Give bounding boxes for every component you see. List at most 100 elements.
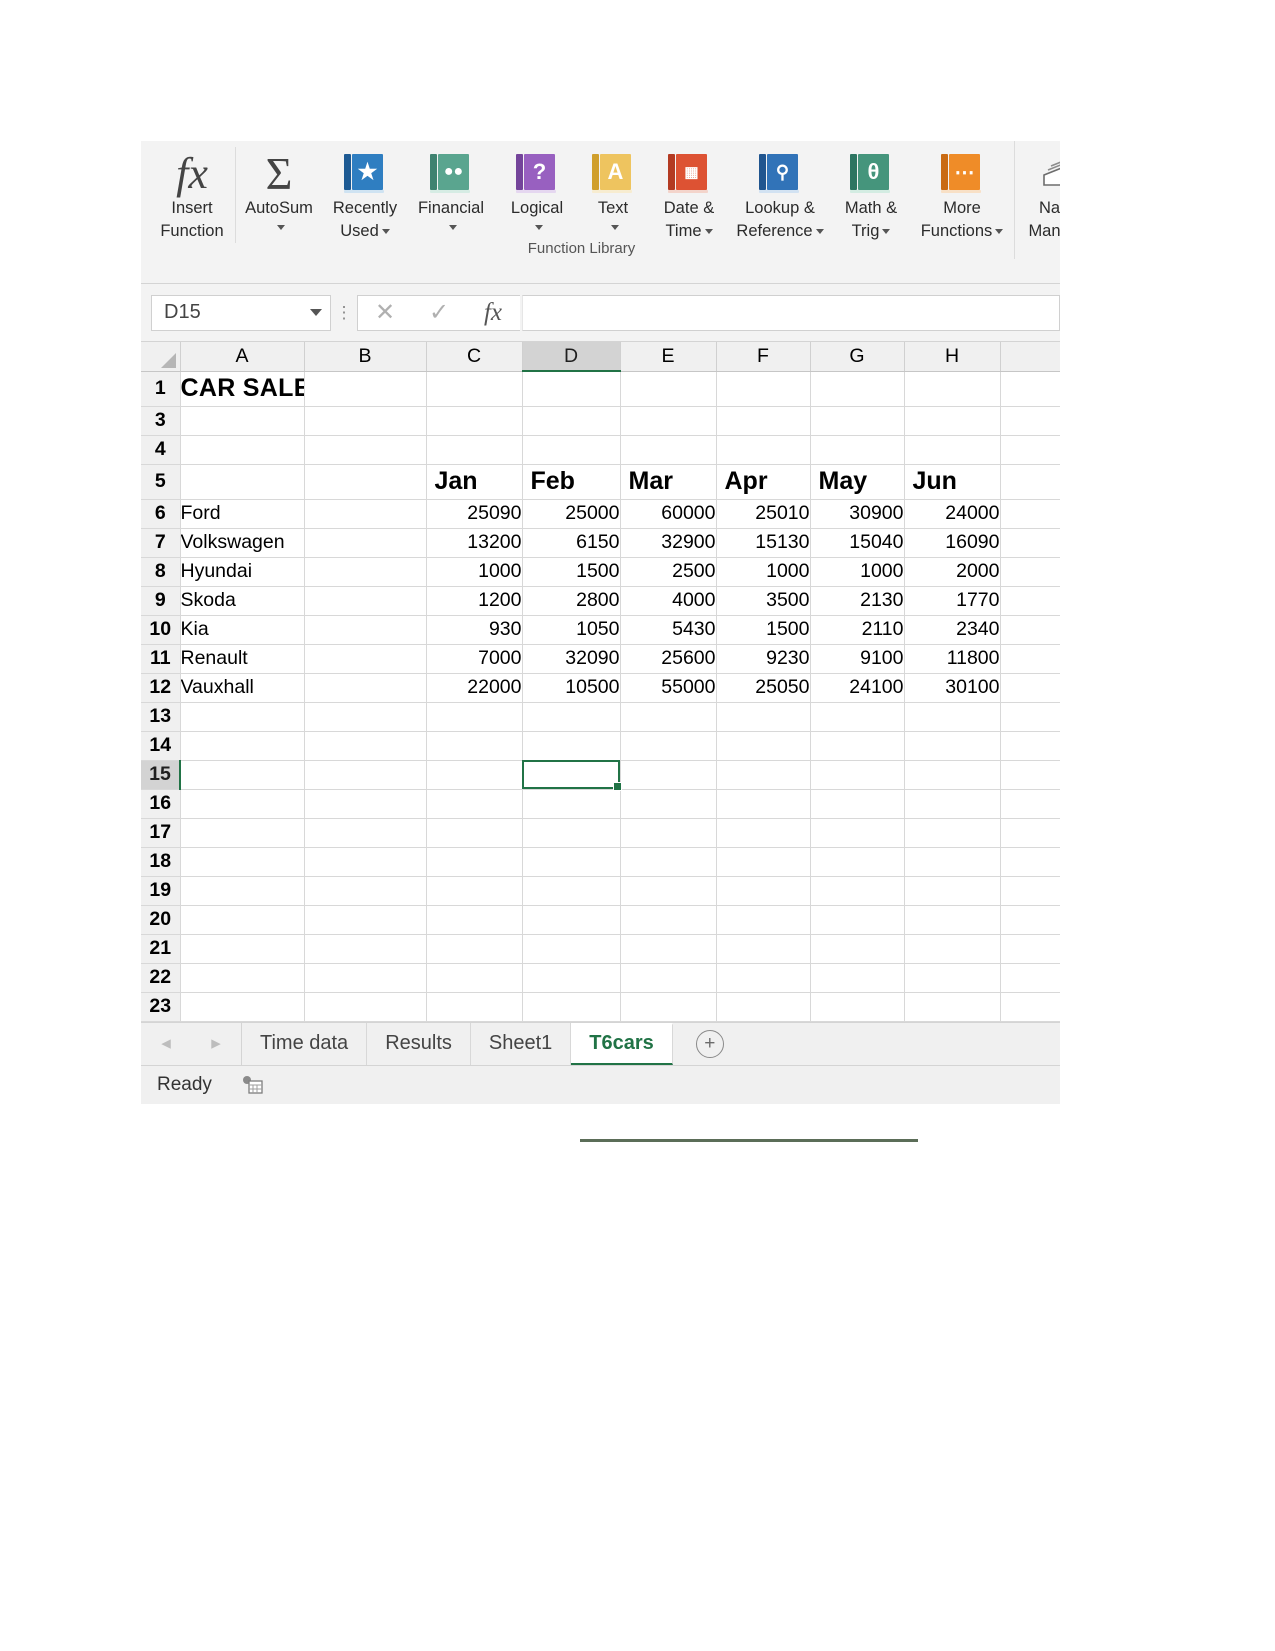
cell-H22[interactable] bbox=[904, 963, 1001, 993]
cell-F1[interactable] bbox=[716, 371, 811, 407]
cell-F23[interactable] bbox=[716, 992, 811, 1022]
cell-G19[interactable] bbox=[810, 876, 905, 906]
cell-I12[interactable] bbox=[1000, 673, 1060, 703]
cell-C6[interactable]: 25090 bbox=[426, 499, 523, 529]
cell-E12[interactable]: 55000 bbox=[620, 673, 717, 703]
cell-H19[interactable] bbox=[904, 876, 1001, 906]
cell-G18[interactable] bbox=[810, 847, 905, 877]
cell-A16[interactable] bbox=[180, 789, 305, 819]
cell-C23[interactable] bbox=[426, 992, 523, 1022]
cell-B6[interactable] bbox=[304, 499, 427, 529]
cell-A9[interactable]: Skoda bbox=[180, 586, 305, 616]
cell-G16[interactable] bbox=[810, 789, 905, 819]
cell-A19[interactable] bbox=[180, 876, 305, 906]
cell-G21[interactable] bbox=[810, 934, 905, 964]
cell-C7[interactable]: 13200 bbox=[426, 528, 523, 558]
cell-H14[interactable] bbox=[904, 731, 1001, 761]
cell-B19[interactable] bbox=[304, 876, 427, 906]
autosum-dropdown-arrow[interactable] bbox=[236, 220, 322, 234]
cell-D9[interactable]: 2800 bbox=[522, 586, 621, 616]
financial-dropdown-arrow[interactable] bbox=[408, 220, 494, 234]
cell-I4[interactable] bbox=[1000, 435, 1060, 465]
cell-D18[interactable] bbox=[522, 847, 621, 877]
cell-A12[interactable]: Vauxhall bbox=[180, 673, 305, 703]
row-header-1[interactable]: 1 bbox=[141, 371, 181, 407]
date-time-button[interactable]: ▦ Date & Time bbox=[646, 141, 732, 243]
cell-I11[interactable] bbox=[1000, 644, 1060, 674]
name-box[interactable]: D15 bbox=[151, 294, 331, 331]
cell-D17[interactable] bbox=[522, 818, 621, 848]
cell-B15[interactable] bbox=[304, 760, 427, 790]
column-header-H[interactable]: H bbox=[904, 342, 1001, 372]
cell-E17[interactable] bbox=[620, 818, 717, 848]
cell-H18[interactable] bbox=[904, 847, 1001, 877]
cell-D1[interactable] bbox=[522, 371, 621, 407]
cell-C3[interactable] bbox=[426, 406, 523, 436]
date-time-dropdown-arrow[interactable] bbox=[704, 229, 713, 235]
cell-F19[interactable] bbox=[716, 876, 811, 906]
cell-E3[interactable] bbox=[620, 406, 717, 436]
sheet-tab-t6cars[interactable]: T6cars bbox=[571, 1022, 673, 1065]
cell-H16[interactable] bbox=[904, 789, 1001, 819]
row-header-19[interactable]: 19 bbox=[141, 876, 181, 906]
add-sheet-button[interactable]: + bbox=[673, 1023, 747, 1065]
cell-B21[interactable] bbox=[304, 934, 427, 964]
cell-A8[interactable]: Hyundai bbox=[180, 557, 305, 587]
cell-D22[interactable] bbox=[522, 963, 621, 993]
cell-H8[interactable]: 2000 bbox=[904, 557, 1001, 587]
column-header-E[interactable]: E bbox=[620, 342, 717, 372]
insert-function-icon[interactable]: fx bbox=[466, 299, 520, 327]
row-header-12[interactable]: 12 bbox=[141, 673, 181, 703]
cell-A21[interactable] bbox=[180, 934, 305, 964]
cell-A20[interactable] bbox=[180, 905, 305, 935]
cell-E18[interactable] bbox=[620, 847, 717, 877]
cell-G1[interactable] bbox=[810, 371, 905, 407]
row-header-15[interactable]: 15 bbox=[141, 760, 181, 790]
more-functions-dropdown-arrow[interactable] bbox=[995, 229, 1004, 235]
cell-F12[interactable]: 25050 bbox=[716, 673, 811, 703]
cell-I8[interactable] bbox=[1000, 557, 1060, 587]
row-header-5[interactable]: 5 bbox=[141, 464, 181, 500]
column-header-I[interactable] bbox=[1000, 342, 1060, 372]
cell-E21[interactable] bbox=[620, 934, 717, 964]
cell-C21[interactable] bbox=[426, 934, 523, 964]
cell-A22[interactable] bbox=[180, 963, 305, 993]
row-header-22[interactable]: 22 bbox=[141, 963, 181, 993]
cell-G10[interactable]: 2110 bbox=[810, 615, 905, 645]
cell-I20[interactable] bbox=[1000, 905, 1060, 935]
cell-B23[interactable] bbox=[304, 992, 427, 1022]
cell-E4[interactable] bbox=[620, 435, 717, 465]
cell-F9[interactable]: 3500 bbox=[716, 586, 811, 616]
cell-C17[interactable] bbox=[426, 818, 523, 848]
cell-I21[interactable] bbox=[1000, 934, 1060, 964]
cell-F20[interactable] bbox=[716, 905, 811, 935]
cell-H5[interactable]: Jun bbox=[904, 464, 1001, 500]
cell-C8[interactable]: 1000 bbox=[426, 557, 523, 587]
sheet-tab-results[interactable]: Results bbox=[367, 1022, 471, 1065]
sheet-tab-sheet1[interactable]: Sheet1 bbox=[470, 1022, 572, 1065]
financial-button[interactable]: ●● Financial bbox=[408, 141, 494, 234]
cell-C11[interactable]: 7000 bbox=[426, 644, 523, 674]
cell-C22[interactable] bbox=[426, 963, 523, 993]
cell-H17[interactable] bbox=[904, 818, 1001, 848]
cell-E11[interactable]: 25600 bbox=[620, 644, 717, 674]
cell-B1[interactable] bbox=[304, 371, 427, 407]
cell-B3[interactable] bbox=[304, 406, 427, 436]
cell-G12[interactable]: 24100 bbox=[810, 673, 905, 703]
cell-G15[interactable] bbox=[810, 760, 905, 790]
cell-A23[interactable] bbox=[180, 992, 305, 1022]
cell-F5[interactable]: Apr bbox=[716, 464, 811, 500]
row-header-17[interactable]: 17 bbox=[141, 818, 181, 848]
cell-F10[interactable]: 1500 bbox=[716, 615, 811, 645]
cell-I23[interactable] bbox=[1000, 992, 1060, 1022]
cell-G23[interactable] bbox=[810, 992, 905, 1022]
cell-H9[interactable]: 1770 bbox=[904, 586, 1001, 616]
cell-G14[interactable] bbox=[810, 731, 905, 761]
prev-sheet-icon[interactable]: ◂ bbox=[161, 1032, 171, 1055]
cell-D21[interactable] bbox=[522, 934, 621, 964]
next-sheet-icon[interactable]: ▸ bbox=[211, 1032, 221, 1055]
cell-B8[interactable] bbox=[304, 557, 427, 587]
text-dropdown-arrow[interactable] bbox=[580, 220, 646, 234]
cell-F17[interactable] bbox=[716, 818, 811, 848]
cell-I3[interactable] bbox=[1000, 406, 1060, 436]
